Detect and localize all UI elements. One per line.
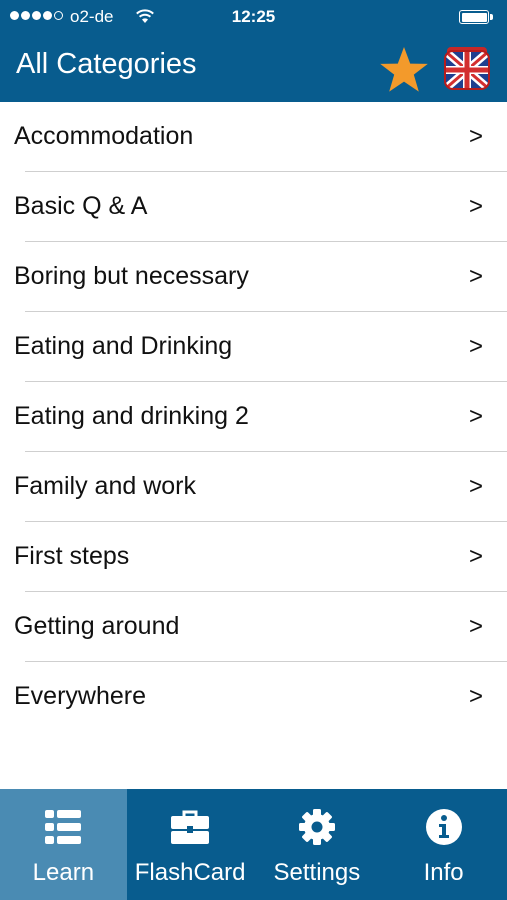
chevron-right-icon: > (468, 333, 483, 360)
category-label: Getting around (14, 612, 180, 640)
category-item-eating-and-drinking-2[interactable]: Eating and drinking 2 > (0, 382, 507, 452)
category-item-basic-qa[interactable]: Basic Q & A > (0, 172, 507, 242)
battery-icon (459, 10, 495, 24)
chevron-right-icon: > (468, 683, 483, 710)
chevron-right-icon: > (468, 263, 483, 290)
chevron-right-icon: > (468, 193, 483, 220)
tab-label: Info (423, 859, 464, 886)
category-label: Eating and drinking 2 (14, 402, 249, 430)
category-item-first-steps[interactable]: First steps > (0, 522, 507, 592)
uk-flag-icon[interactable] (441, 43, 493, 95)
list-icon (45, 810, 82, 844)
tab-settings[interactable]: Settings (254, 789, 381, 900)
status-bar: o2-de 12:25 (0, 0, 507, 34)
info-icon (425, 809, 462, 845)
tab-bar: Learn FlashCard Settings Info (0, 789, 507, 900)
category-label: Family and work (14, 472, 196, 500)
tab-label: FlashCard (134, 859, 246, 886)
category-item-family-and-work[interactable]: Family and work > (0, 452, 507, 522)
tab-flashcard[interactable]: FlashCard (127, 789, 254, 900)
chevron-right-icon: > (468, 123, 483, 150)
tab-label: Learn (32, 859, 95, 886)
star-icon[interactable] (378, 44, 430, 96)
chevron-right-icon: > (468, 403, 483, 430)
category-item-eating-and-drinking[interactable]: Eating and Drinking > (0, 312, 507, 382)
briefcase-icon (171, 810, 210, 844)
category-item-everywhere[interactable]: Everywhere > (0, 662, 507, 732)
category-item-getting-around[interactable]: Getting around > (0, 592, 507, 662)
chevron-right-icon: > (468, 473, 483, 500)
category-label: Everywhere (14, 682, 146, 710)
category-label: First steps (14, 542, 130, 570)
category-label: Basic Q & A (14, 192, 148, 220)
tab-learn[interactable]: Learn (0, 789, 127, 900)
chevron-right-icon: > (468, 613, 483, 640)
page-title: All Categories (16, 48, 197, 80)
category-label: Accommodation (14, 122, 194, 150)
chevron-right-icon: > (468, 543, 483, 570)
tab-label: Settings (273, 859, 361, 886)
category-label: Eating and Drinking (14, 332, 233, 360)
category-item-boring-but-necessary[interactable]: Boring but necessary > (0, 242, 507, 312)
header: o2-de 12:25 All Categories (0, 0, 507, 102)
category-item-accommodation[interactable]: Accommodation > (0, 102, 507, 172)
tab-info[interactable]: Info (380, 789, 507, 900)
gear-icon (298, 809, 335, 845)
category-label: Boring but necessary (14, 262, 249, 290)
status-clock: 12:25 (231, 7, 276, 26)
category-list: Accommodation > Basic Q & A > Boring but… (0, 102, 507, 732)
